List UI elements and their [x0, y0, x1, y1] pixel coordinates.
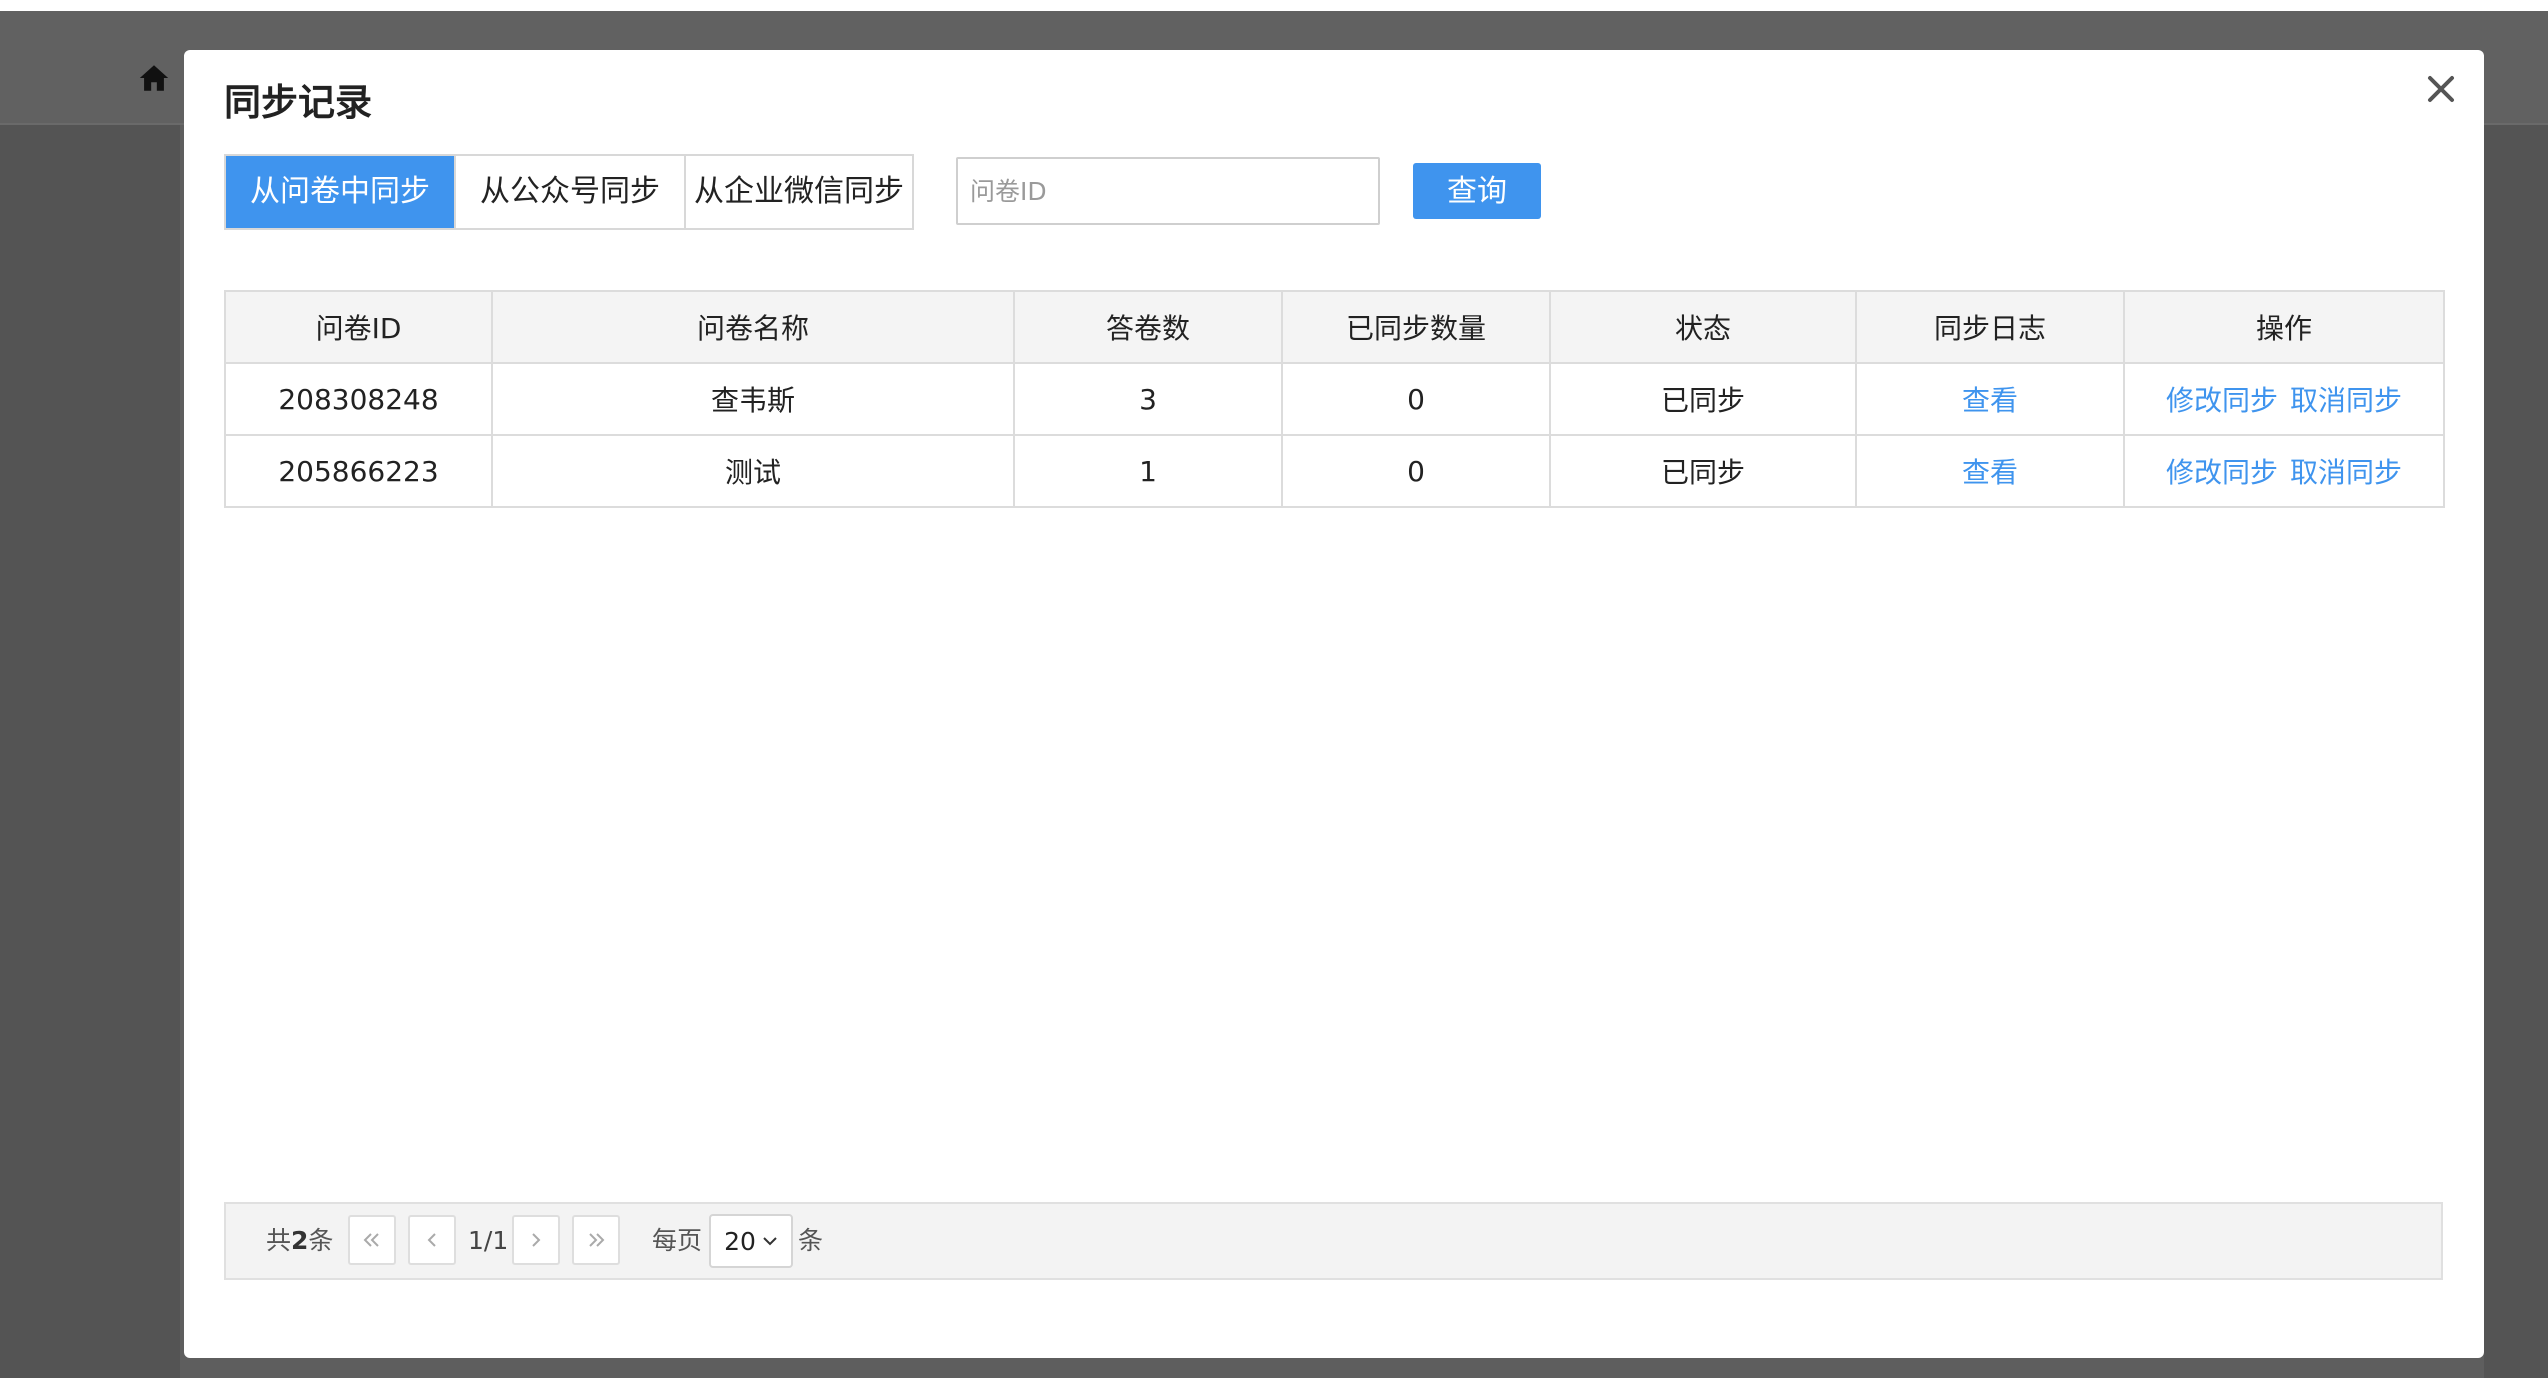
cell-synced-count: 0 — [1281, 362, 1551, 436]
double-chevron-right-icon — [589, 1233, 605, 1247]
tab-from-survey[interactable]: 从问卷中同步 — [226, 156, 454, 228]
table-header-row: 问卷ID 问卷名称 答卷数 已同步数量 状态 同步日志 操作 — [224, 290, 2445, 364]
sync-source-tabs: 从问卷中同步 从公众号同步 从企业微信同步 — [224, 154, 914, 230]
table-row: 208308248 查韦斯 3 0 已同步 查看 修改同步 取消同步 — [224, 362, 2445, 436]
browser-top-strip — [0, 0, 2548, 11]
per-page-select[interactable]: 20 — [709, 1214, 793, 1268]
sync-records-dialog: 同步记录 从问卷中同步 从公众号同步 从企业微信同步 查询 问卷ID 问卷名称 … — [184, 50, 2484, 1358]
table-row: 205866223 测试 1 0 已同步 查看 修改同步 取消同步 — [224, 434, 2445, 508]
dialog-title: 同步记录 — [224, 81, 372, 124]
total-count: 共2条 — [266, 1204, 333, 1278]
cell-status: 已同步 — [1549, 362, 1857, 436]
pagination-bar: 共2条 1/1 每页 20 条 — [224, 1202, 2443, 1280]
cell-answer-count: 1 — [1013, 434, 1283, 508]
page-indicator: 1/1 — [468, 1226, 509, 1255]
view-log-link[interactable]: 查看 — [1962, 384, 2018, 417]
chevron-right-icon — [532, 1233, 541, 1247]
col-sync-log: 同步日志 — [1855, 290, 2125, 364]
per-page-label: 每页 — [652, 1226, 703, 1255]
col-synced-count: 已同步数量 — [1281, 290, 1551, 364]
cell-status: 已同步 — [1549, 434, 1857, 508]
total-prefix: 共 — [266, 1226, 292, 1255]
edit-sync-link[interactable]: 修改同步 — [2166, 456, 2278, 489]
cell-survey-id: 208308248 — [224, 362, 493, 436]
tab-from-official-account[interactable]: 从公众号同步 — [454, 156, 684, 228]
background-left-panel — [0, 125, 180, 1378]
col-answer-count: 答卷数 — [1013, 290, 1283, 364]
cancel-sync-link[interactable]: 取消同步 — [2290, 384, 2402, 417]
first-page-button[interactable] — [348, 1215, 396, 1265]
cell-survey-name: 测试 — [491, 434, 1015, 508]
chevron-left-icon — [427, 1233, 436, 1247]
cell-sync-log: 查看 — [1855, 434, 2125, 508]
cell-actions: 修改同步 取消同步 — [2123, 362, 2445, 436]
cell-sync-log: 查看 — [1855, 362, 2125, 436]
double-chevron-left-icon — [363, 1233, 379, 1247]
total-suffix: 条 — [308, 1226, 334, 1255]
chevron-down-icon — [763, 1237, 777, 1246]
query-button[interactable]: 查询 — [1413, 163, 1541, 219]
close-button[interactable] — [2416, 64, 2466, 114]
per-page-unit: 条 — [798, 1226, 824, 1255]
edit-sync-link[interactable]: 修改同步 — [2166, 384, 2278, 417]
col-status: 状态 — [1549, 290, 1857, 364]
survey-id-input[interactable] — [956, 157, 1380, 225]
prev-page-button[interactable] — [408, 1215, 456, 1265]
cell-actions: 修改同步 取消同步 — [2123, 434, 2445, 508]
close-icon — [2428, 76, 2454, 102]
cell-answer-count: 3 — [1013, 362, 1283, 436]
col-survey-name: 问卷名称 — [491, 290, 1015, 364]
per-page-value: 20 — [724, 1226, 756, 1256]
view-log-link[interactable]: 查看 — [1962, 456, 2018, 489]
cancel-sync-link[interactable]: 取消同步 — [2290, 456, 2402, 489]
last-page-button[interactable] — [572, 1215, 620, 1265]
next-page-button[interactable] — [512, 1215, 560, 1265]
col-survey-id: 问卷ID — [224, 290, 493, 364]
cell-synced-count: 0 — [1281, 434, 1551, 508]
total-number: 2 — [291, 1226, 309, 1255]
col-actions: 操作 — [2123, 290, 2445, 364]
cell-survey-name: 查韦斯 — [491, 362, 1015, 436]
background-right-panel — [2484, 125, 2548, 1378]
cell-survey-id: 205866223 — [224, 434, 493, 508]
tab-from-wecom[interactable]: 从企业微信同步 — [684, 156, 912, 228]
sync-records-table: 问卷ID 问卷名称 答卷数 已同步数量 状态 同步日志 操作 208308248… — [224, 290, 2445, 508]
home-icon — [139, 65, 169, 91]
